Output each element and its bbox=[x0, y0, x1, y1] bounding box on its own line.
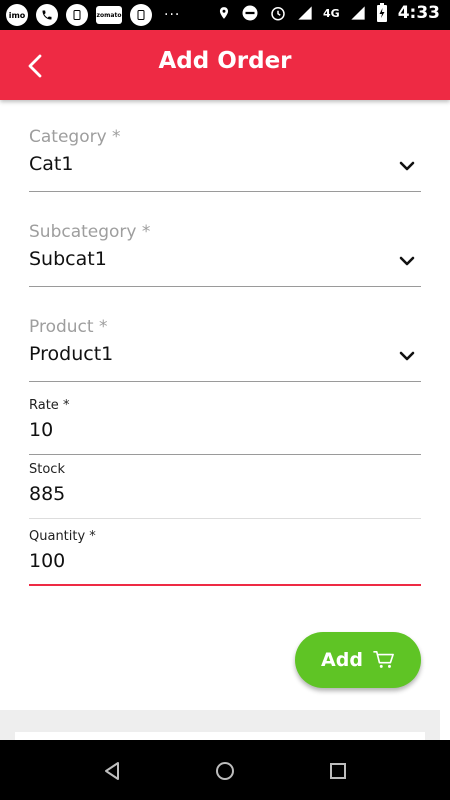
notification-icon bbox=[66, 4, 88, 26]
quantity-field[interactable]: Quantity * 100 bbox=[29, 529, 421, 587]
rate-label: Rate * bbox=[29, 398, 70, 413]
status-left-icons: imo zomato ··· bbox=[6, 4, 180, 26]
stock-field[interactable]: Stock 885 bbox=[29, 462, 421, 520]
imo-icon: imo bbox=[6, 4, 28, 26]
notification-icon-2 bbox=[130, 4, 152, 26]
stock-label: Stock bbox=[29, 462, 65, 477]
product-underline bbox=[29, 381, 421, 382]
network-type: 4G bbox=[323, 6, 340, 20]
rate-underline bbox=[29, 454, 421, 455]
category-underline bbox=[29, 191, 421, 192]
navigation-bar bbox=[0, 740, 450, 800]
nav-home-icon[interactable] bbox=[214, 760, 236, 782]
stock-input[interactable]: 885 bbox=[29, 483, 421, 505]
chevron-down-icon[interactable] bbox=[399, 351, 415, 363]
quantity-underline bbox=[29, 584, 421, 586]
battery-charging-icon bbox=[376, 3, 387, 22]
subcategory-dropdown[interactable]: Subcategory * Subcat1 bbox=[29, 222, 421, 287]
product-label: Product * bbox=[29, 317, 108, 337]
do-not-disturb-icon bbox=[242, 5, 258, 21]
nav-recents-icon[interactable] bbox=[327, 760, 349, 782]
stock-underline bbox=[29, 518, 421, 519]
zomato-icon: zomato bbox=[96, 6, 122, 24]
cart-icon bbox=[373, 651, 394, 668]
category-value: Cat1 bbox=[29, 153, 74, 175]
more-notifications-icon: ··· bbox=[164, 7, 181, 23]
clock: 4:33 bbox=[397, 3, 440, 23]
app-bar: Add Order bbox=[0, 30, 450, 100]
phone-icon bbox=[36, 4, 58, 26]
add-button[interactable]: Add bbox=[295, 632, 421, 688]
location-icon bbox=[219, 7, 229, 19]
rate-input[interactable]: 10 bbox=[29, 419, 421, 441]
add-button-label: Add bbox=[321, 649, 363, 671]
nav-back-icon[interactable] bbox=[101, 760, 123, 782]
alarm-icon bbox=[271, 7, 285, 21]
quantity-input[interactable]: 100 bbox=[29, 550, 421, 572]
signal-icon-2 bbox=[351, 6, 365, 20]
quantity-label: Quantity * bbox=[29, 529, 96, 544]
chevron-down-icon[interactable] bbox=[399, 256, 415, 268]
chevron-down-icon[interactable] bbox=[399, 161, 415, 173]
product-dropdown[interactable]: Product * Product1 bbox=[29, 317, 421, 382]
status-right-icons: 4G 4:33 bbox=[217, 3, 440, 23]
subcategory-value: Subcat1 bbox=[29, 248, 107, 270]
category-dropdown[interactable]: Category * Cat1 bbox=[29, 127, 421, 192]
product-value: Product1 bbox=[29, 343, 114, 365]
page-title: Add Order bbox=[158, 48, 292, 74]
subcategory-underline bbox=[29, 286, 421, 287]
signal-icon bbox=[298, 6, 312, 20]
rate-field[interactable]: Rate * 10 bbox=[29, 398, 421, 456]
status-bar: imo zomato ··· 4G 4:33 bbox=[0, 0, 450, 30]
subcategory-label: Subcategory * bbox=[29, 222, 151, 242]
category-label: Category * bbox=[29, 127, 121, 147]
